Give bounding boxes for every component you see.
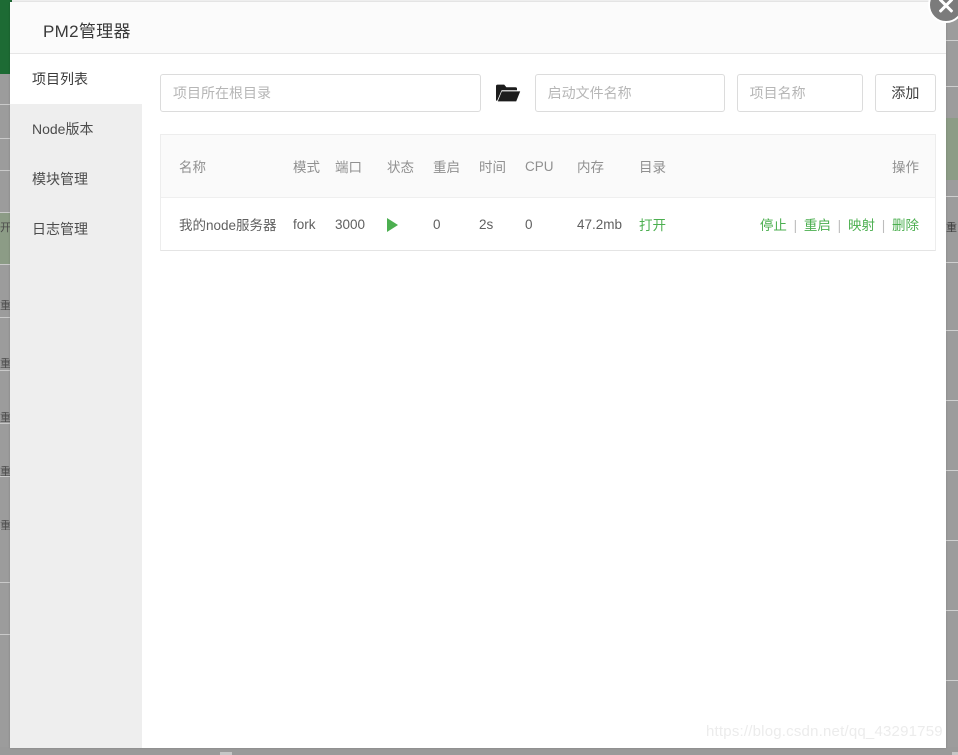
column-header-memory: 内存 — [577, 135, 639, 198]
cell-process-uptime: 2s — [479, 198, 525, 251]
column-header-directory: 目录 — [639, 135, 739, 198]
sidebar-item-log-management[interactable]: 日志管理 — [10, 204, 142, 254]
column-header-name: 名称 — [161, 135, 293, 198]
sidebar-item-node-version[interactable]: Node版本 — [10, 104, 142, 154]
add-project-toolbar: 添加 — [160, 74, 936, 112]
operations-separator: | — [791, 218, 801, 233]
column-header-restart: 重启 — [433, 135, 479, 198]
project-name-input[interactable] — [737, 74, 863, 112]
watermark: https://blog.csdn.net/qq_43291759 — [706, 723, 943, 740]
restart-process-link[interactable]: 重启 — [804, 218, 831, 233]
stop-process-link[interactable]: 停止 — [760, 218, 787, 233]
background-right-text-fragment: 重 — [946, 222, 958, 238]
map-process-link[interactable]: 映射 — [848, 218, 875, 233]
sidebar-item-module-management[interactable]: 模块管理 — [10, 154, 142, 204]
cell-process-restart-count: 0 — [433, 198, 479, 251]
column-header-operations: 操作 — [739, 135, 935, 198]
sidebar-item-label: 模块管理 — [32, 171, 88, 187]
cell-process-port: 3000 — [335, 198, 387, 251]
cell-process-mode: fork — [293, 198, 335, 251]
open-directory-link[interactable]: 打开 — [639, 218, 666, 233]
entry-file-name-input[interactable] — [535, 74, 725, 112]
cell-process-state — [387, 198, 433, 251]
process-table: 名称 模式 端口 状态 重启 时间 CPU 内存 目录 操作 — [161, 135, 935, 250]
window-titlebar: PM2管理器 — [10, 2, 946, 54]
sidebar-item-label: Node版本 — [32, 121, 93, 137]
column-header-port: 端口 — [335, 135, 387, 198]
column-header-state: 状态 — [387, 135, 433, 198]
cell-process-operations: 停止 | 重启 | 映射 | 删除 — [739, 198, 935, 251]
process-table-container: 名称 模式 端口 状态 重启 时间 CPU 内存 目录 操作 — [160, 134, 936, 251]
content-area: 添加 名称 模式 端口 状态 重启 — [142, 54, 946, 748]
operations-separator: | — [835, 218, 845, 233]
sidebar-item-project-list[interactable]: 项目列表 — [10, 54, 142, 104]
column-header-cpu: CPU — [525, 135, 577, 198]
page-title: PM2管理器 — [43, 17, 131, 42]
background-right-strip — [946, 0, 958, 755]
cell-process-name: 我的node服务器 — [161, 198, 293, 251]
table-row: 我的node服务器 fork 3000 0 2s 0 47.2mb 打开 — [161, 198, 935, 251]
sidebar-item-label: 项目列表 — [32, 71, 88, 87]
delete-process-link[interactable]: 删除 — [892, 218, 919, 233]
table-header-row: 名称 模式 端口 状态 重启 时间 CPU 内存 目录 操作 — [161, 135, 935, 198]
add-project-button[interactable]: 添加 — [875, 74, 936, 112]
sidebar: 项目列表 Node版本 模块管理 日志管理 — [10, 54, 142, 748]
pm2-manager-window: PM2管理器 项目列表 Node版本 模块管理 日志管理 — [10, 2, 946, 748]
column-header-time: 时间 — [479, 135, 525, 198]
cell-process-directory: 打开 — [639, 198, 739, 251]
background-right-green-block — [946, 118, 958, 180]
column-header-mode: 模式 — [293, 135, 335, 198]
folder-open-icon[interactable] — [491, 74, 525, 112]
play-icon — [387, 218, 398, 232]
sidebar-item-label: 日志管理 — [32, 221, 88, 237]
window-body: 项目列表 Node版本 模块管理 日志管理 — [10, 54, 946, 748]
root-directory-input[interactable] — [160, 74, 481, 112]
cell-process-memory: 47.2mb — [577, 198, 639, 251]
operations-separator: | — [879, 218, 889, 233]
cell-process-cpu: 0 — [525, 198, 577, 251]
